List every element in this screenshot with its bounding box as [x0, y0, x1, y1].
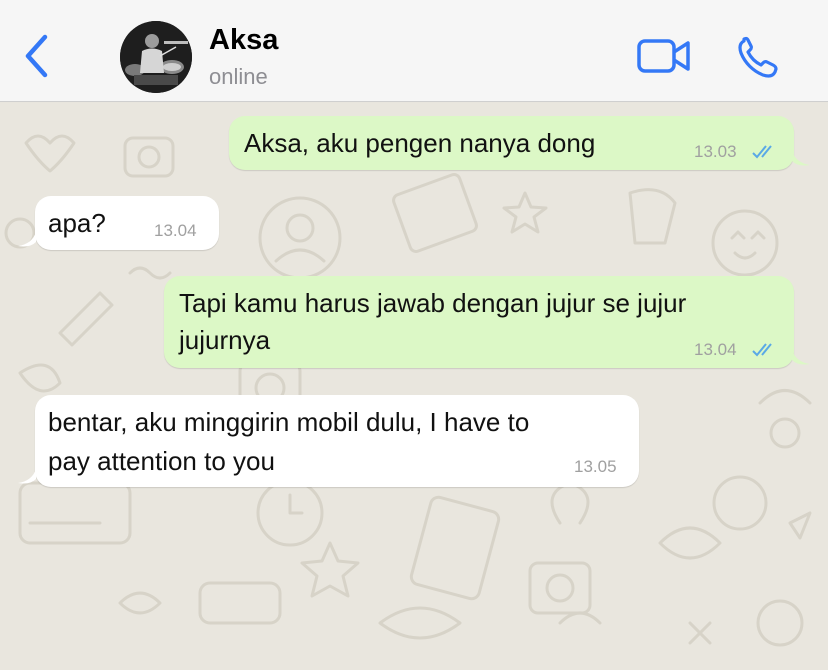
bubble-tail	[792, 350, 810, 365]
phone-icon	[738, 36, 778, 78]
message-time: 13.04	[154, 221, 197, 240]
bubble-tail	[18, 232, 36, 247]
message-text-line: Tapi kamu harus jawab dengan jujur se ju…	[179, 288, 687, 318]
message-bubble-outgoing[interactable]: Aksa, aku pengen nanya dong 13.03	[229, 116, 794, 170]
message-bubble-outgoing[interactable]: Tapi kamu harus jawab dengan jujur se ju…	[164, 276, 794, 368]
avatar[interactable]	[120, 21, 192, 93]
bubble-tail	[18, 469, 36, 484]
chevron-left-icon	[25, 34, 48, 78]
message-text: apa?	[48, 208, 106, 238]
voice-call-button[interactable]	[736, 36, 782, 80]
message-bubble-incoming[interactable]: apa? 13.04	[35, 196, 219, 250]
message-text-line: jujurnya	[179, 325, 271, 355]
contact-name[interactable]: Aksa	[209, 24, 278, 57]
video-camera-icon	[637, 39, 690, 73]
chat-wallpaper	[4, 134, 812, 647]
avatar-photo	[120, 21, 192, 93]
message-text-line: pay attention to you	[48, 446, 275, 476]
contact-status: online	[209, 64, 268, 89]
message-time: 13.04	[694, 340, 737, 359]
message-text: Aksa, aku pengen nanya dong	[244, 128, 596, 158]
message-text-line: bentar, aku minggirin mobil dulu, I have…	[48, 407, 530, 437]
read-receipt-icon	[752, 343, 772, 357]
video-call-button[interactable]	[636, 36, 692, 76]
bubble-tail	[792, 151, 810, 166]
message-time: 13.03	[694, 142, 737, 161]
chat-header: Aksa online	[0, 0, 828, 102]
message-time: 13.05	[574, 457, 617, 476]
read-receipt-icon	[752, 145, 772, 159]
chat-area[interactable]: Aksa, aku pengen nanya dong 13.03 apa? 1…	[0, 103, 828, 670]
message-bubble-incoming[interactable]: bentar, aku minggirin mobil dulu, I have…	[35, 395, 639, 487]
back-button[interactable]	[16, 30, 56, 82]
